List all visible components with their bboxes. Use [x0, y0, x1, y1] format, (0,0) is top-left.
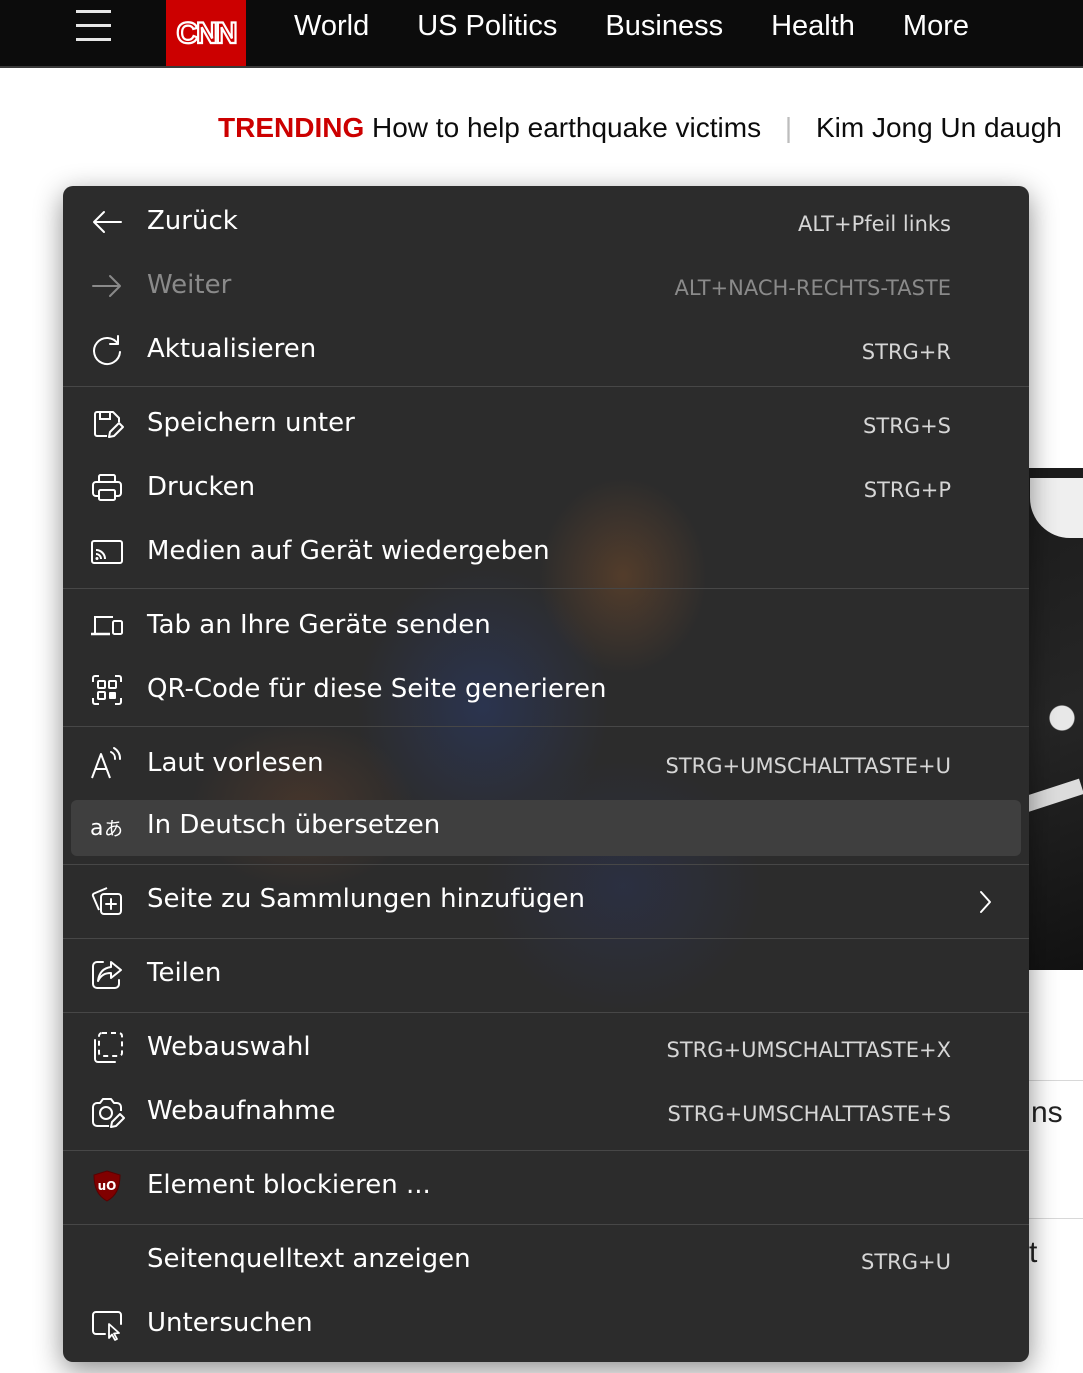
background-text-fragment: ns	[1031, 1096, 1063, 1129]
trending-label: TRENDING	[218, 112, 365, 143]
menu-item-label: Webauswahl	[147, 1032, 311, 1062]
menu-item-label: Aktualisieren	[147, 334, 317, 364]
menu-item-shortcut: STRG+S	[863, 414, 951, 438]
forward-arrow-icon	[89, 268, 125, 304]
cast-icon	[89, 534, 125, 570]
share-icon	[89, 956, 125, 992]
menu-divider	[63, 1012, 1029, 1013]
ublock-origin-icon: uO	[89, 1168, 125, 1204]
menu-item-block-element[interactable]: uO Element blockieren ...	[63, 1168, 1029, 1208]
trending-link[interactable]: How to help earthquake victims	[372, 112, 761, 143]
menu-item-web-capture[interactable]: Webaufnahme STRG+UMSCHALTTASTE+S	[63, 1094, 1029, 1134]
menu-item-print[interactable]: Drucken STRG+P	[63, 470, 1029, 510]
nav-item-more[interactable]: More	[903, 10, 969, 43]
menu-item-view-source[interactable]: Seitenquelltext anzeigen STRG+U	[63, 1242, 1029, 1282]
cnn-logo-text: CNN	[177, 17, 236, 50]
menu-divider	[63, 588, 1029, 589]
menu-item-label: Element blockieren ...	[147, 1170, 431, 1200]
menu-item-shortcut: STRG+R	[861, 340, 951, 364]
hamburger-menu-icon[interactable]	[76, 8, 112, 42]
menu-item-shortcut: STRG+U	[861, 1250, 951, 1274]
cnn-logo[interactable]: CNN	[166, 0, 246, 66]
menu-divider	[63, 1150, 1029, 1151]
context-menu: Zurück ALT+Pfeil links Weiter ALT+NACH-R…	[63, 186, 1029, 1362]
menu-item-save-as[interactable]: Speichern unter STRG+S	[63, 406, 1029, 446]
menu-item-inspect[interactable]: Untersuchen	[63, 1306, 1029, 1346]
menu-item-label: Drucken	[147, 472, 256, 502]
nav-item-health[interactable]: Health	[771, 10, 855, 43]
menu-item-shortcut: ALT+NACH-RECHTS-TASTE	[674, 276, 951, 300]
menu-item-label: Medien auf Gerät wiedergeben	[147, 536, 550, 566]
svg-text:あ: あ	[104, 818, 123, 840]
menu-divider	[63, 864, 1029, 865]
menu-item-label: Untersuchen	[147, 1308, 313, 1338]
main-nav: World US Politics Business Health More	[270, 0, 993, 52]
trending-separator: |	[784, 112, 793, 143]
menu-item-label: Webaufnahme	[147, 1096, 336, 1126]
menu-divider	[63, 726, 1029, 727]
back-arrow-icon	[89, 204, 125, 240]
svg-text:uO: uO	[98, 1179, 117, 1193]
devices-icon	[89, 608, 125, 644]
menu-item-share[interactable]: Teilen	[63, 956, 1029, 996]
translate-icon: aあ	[89, 808, 125, 844]
menu-item-label: Speichern unter	[147, 408, 355, 438]
menu-item-refresh[interactable]: Aktualisieren STRG+R	[63, 332, 1029, 372]
menu-item-label: Zurück	[147, 206, 238, 236]
menu-item-label: Laut vorlesen	[147, 748, 324, 778]
menu-item-label: Seitenquelltext anzeigen	[147, 1244, 471, 1274]
nav-item-world[interactable]: World	[294, 10, 369, 43]
menu-item-read-aloud[interactable]: Laut vorlesen STRG+UMSCHALTTASTE+U	[63, 746, 1029, 786]
menu-item-label: Weiter	[147, 270, 232, 300]
menu-item-label: In Deutsch übersetzen	[147, 810, 441, 840]
web-capture-icon	[89, 1094, 125, 1130]
printer-icon	[89, 470, 125, 506]
read-aloud-icon	[89, 746, 125, 782]
menu-divider	[63, 386, 1029, 387]
menu-item-web-select[interactable]: Webauswahl STRG+UMSCHALTTASTE+X	[63, 1030, 1029, 1070]
trending-link[interactable]: Kim Jong Un daugh	[816, 112, 1062, 143]
inspect-icon	[89, 1306, 125, 1342]
menu-item-cast-media[interactable]: Medien auf Gerät wiedergeben	[63, 534, 1029, 574]
trending-bar: TRENDING How to help earthquake victims …	[218, 112, 1083, 144]
site-header: CNN World US Politics Business Health Mo…	[0, 0, 1083, 68]
menu-item-translate[interactable]: aあ In Deutsch übersetzen	[63, 808, 1029, 848]
nav-item-business[interactable]: Business	[605, 10, 723, 43]
menu-item-label: QR-Code für diese Seite generieren	[147, 674, 607, 704]
menu-item-shortcut: STRG+UMSCHALTTASTE+U	[665, 754, 951, 778]
menu-divider	[63, 938, 1029, 939]
menu-item-forward: Weiter ALT+NACH-RECHTS-TASTE	[63, 268, 1029, 308]
menu-divider	[63, 1224, 1029, 1225]
menu-item-shortcut: STRG+P	[863, 478, 951, 502]
refresh-icon	[89, 332, 125, 368]
menu-item-send-tab[interactable]: Tab an Ihre Geräte senden	[63, 608, 1029, 648]
chevron-right-icon	[975, 888, 995, 916]
menu-item-label: Teilen	[147, 958, 222, 988]
menu-item-shortcut: STRG+UMSCHALTTASTE+S	[667, 1102, 951, 1126]
menu-item-shortcut: ALT+Pfeil links	[798, 212, 951, 236]
collections-add-icon	[89, 882, 125, 918]
menu-item-label: Seite zu Sammlungen hinzufügen	[147, 884, 586, 914]
menu-item-shortcut: STRG+UMSCHALTTASTE+X	[666, 1038, 952, 1062]
menu-item-qr-code[interactable]: QR-Code für diese Seite generieren	[63, 672, 1029, 712]
menu-item-label: Tab an Ihre Geräte senden	[147, 610, 491, 640]
background-text-fragment: t	[1029, 1236, 1038, 1269]
qr-code-icon	[89, 672, 125, 708]
web-select-icon	[89, 1030, 125, 1066]
svg-text:a: a	[90, 816, 103, 841]
menu-item-back[interactable]: Zurück ALT+Pfeil links	[63, 204, 1029, 244]
menu-item-add-to-collections[interactable]: Seite zu Sammlungen hinzufügen	[63, 882, 1029, 922]
save-as-icon	[89, 406, 125, 442]
nav-item-us-politics[interactable]: US Politics	[417, 10, 557, 43]
